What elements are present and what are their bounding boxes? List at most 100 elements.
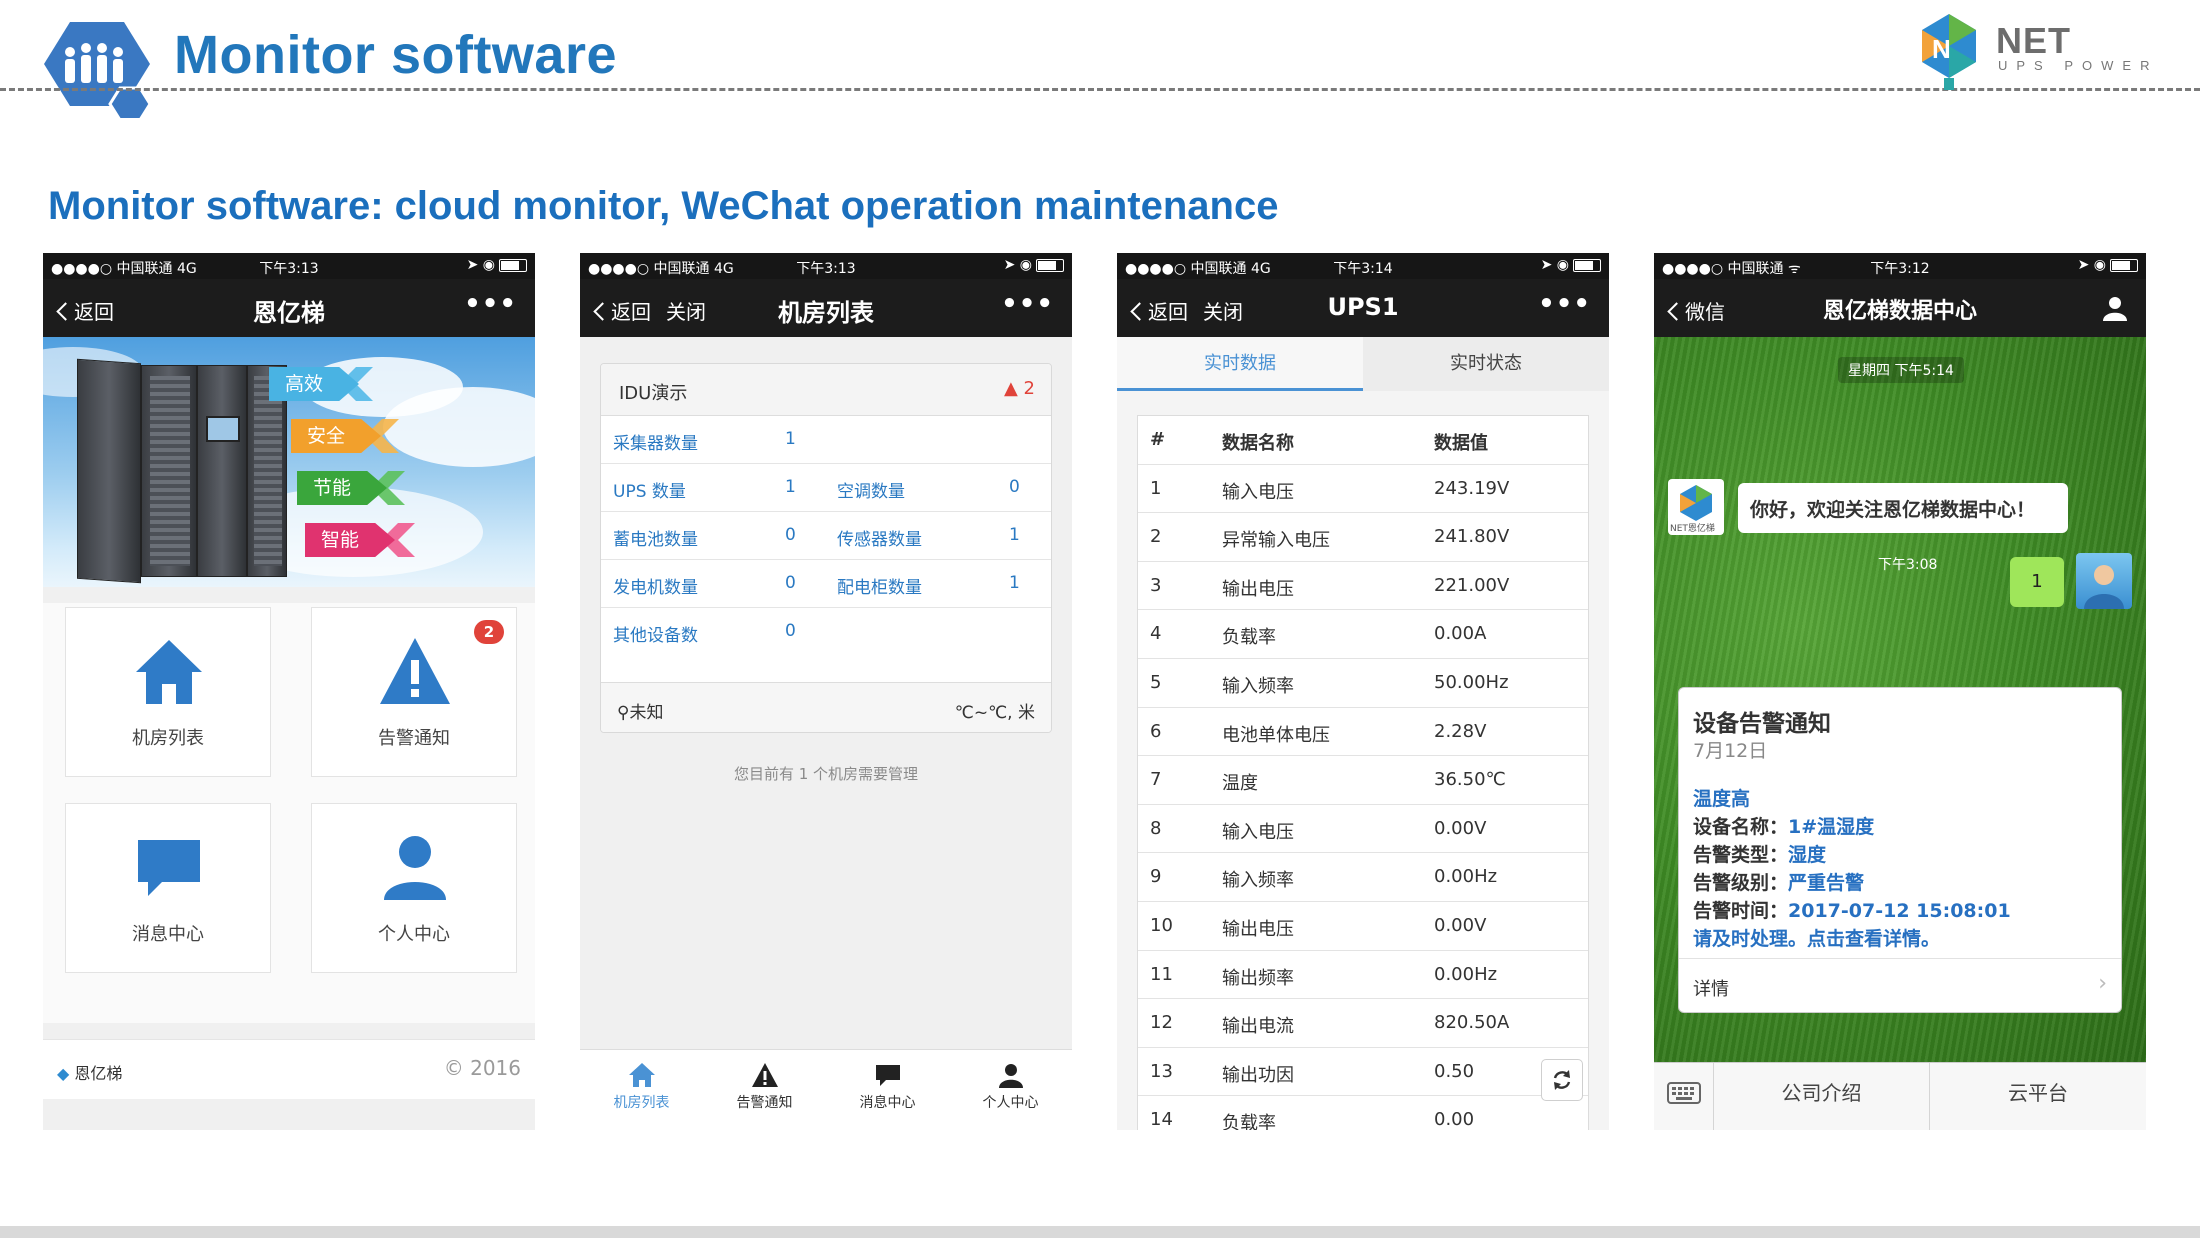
timestamp-pill: 下午3:08 bbox=[1878, 557, 1938, 573]
svg-text:N: N bbox=[1932, 34, 1951, 64]
table-row: 13 输出功因 0.50 bbox=[1138, 1048, 1588, 1097]
chat-bubble-icon bbox=[875, 1065, 900, 1086]
slide-footer-bar bbox=[0, 1226, 2200, 1238]
alarm-icon: ◉ bbox=[482, 257, 495, 273]
notice-headline: 温度高 bbox=[1693, 788, 1751, 810]
user-photo-icon bbox=[2084, 565, 2124, 609]
status-bar: ●●●●○ 中国联通 ᯤ 下午3:12 ➤ ◉ bbox=[1654, 253, 2146, 279]
notice-date: 7月12日 bbox=[1693, 740, 1768, 762]
tab-alarms[interactable]: 告警通知 bbox=[703, 1062, 826, 1112]
header-divider bbox=[0, 88, 2200, 91]
table-row: 14 负载率 0.00 bbox=[1138, 1096, 1588, 1130]
menu-tile-profile[interactable]: 个人中心 bbox=[311, 803, 517, 973]
table-header: # 数据名称 数据值 bbox=[1138, 416, 1588, 465]
location-arrow-icon: ➤ bbox=[1540, 257, 1553, 273]
refresh-button[interactable] bbox=[1541, 1059, 1583, 1101]
room-card-footer: ⚲未知 ℃~℃, 米 bbox=[601, 682, 1051, 732]
keyboard-toggle-button[interactable] bbox=[1654, 1063, 1714, 1130]
battery-icon bbox=[499, 258, 527, 272]
profile-button[interactable] bbox=[2102, 295, 2128, 325]
brand-name: NET bbox=[1996, 20, 2071, 61]
welcome-message: 你好，欢迎关注恩亿梯数据中心！ bbox=[1738, 483, 2068, 533]
tab-messages[interactable]: 消息中心 bbox=[826, 1062, 949, 1112]
phone-wechat-chat: ●●●●○ 中国联通 ᯤ 下午3:12 ➤ ◉ 微信 恩亿梯数据中心 星期四 下… bbox=[1654, 253, 2146, 1130]
table-row: 12 输出电流 820.50A bbox=[1138, 999, 1588, 1048]
table-row: 10 输出电压 0.00V bbox=[1138, 902, 1588, 951]
status-bar: ●●●●○ 中国联通 4G 下午3:13 ➤ ◉ bbox=[43, 253, 535, 279]
warning-icon: ▲ bbox=[1003, 378, 1018, 399]
status-time: 下午3:13 bbox=[796, 261, 856, 277]
slide-subtitle: Monitor software: cloud monitor, WeChat … bbox=[48, 184, 1279, 228]
device-count-row: 其他设备数 0 bbox=[613, 621, 796, 646]
chevron-right-icon: › bbox=[2098, 971, 2107, 996]
tab-realtime-status[interactable]: 实时状态 bbox=[1363, 337, 1609, 391]
device-count-row: 发电机数量 0 配电柜数量 1 bbox=[601, 560, 1051, 608]
room-card-header: IDU演示 ▲ 2 bbox=[601, 364, 1051, 416]
people-hexagon-icon bbox=[44, 22, 152, 122]
phone-room-list: ●●●●○ 中国联通 4G 下午3:13 ➤ ◉ 返回 关闭 机房列表 ••• … bbox=[580, 253, 1072, 1130]
table-row: 11 输出频率 0.00Hz bbox=[1138, 951, 1588, 1000]
notice-action: 请及时处理。点击查看详情。 bbox=[1693, 928, 1941, 950]
app-footer: ◆ 恩亿梯 © 2016 bbox=[43, 1039, 535, 1099]
notice-title: 设备告警通知 bbox=[1693, 711, 1831, 737]
climate-readout: ℃~℃, 米 bbox=[954, 703, 1035, 723]
warning-icon bbox=[380, 638, 450, 704]
wechat-menu-bar: 公司介绍 云平台 bbox=[1654, 1062, 2146, 1130]
user-icon bbox=[2103, 297, 2127, 321]
notice-alarm-level: 告警级别：严重告警 bbox=[1693, 872, 1865, 894]
alarm-indicator: ▲ 2 bbox=[1003, 378, 1035, 399]
phone-ups-realtime: ●●●●○ 中国联通 4G 下午3:14 ➤ ◉ 返回 关闭 UPS1 ••• … bbox=[1117, 253, 1609, 1130]
menu-tile-messages[interactable]: 消息中心 bbox=[65, 803, 271, 973]
menu-tile-room-list[interactable]: 机房列表 bbox=[65, 607, 271, 777]
home-icon bbox=[628, 1063, 655, 1087]
alarm-notice-card[interactable]: 设备告警通知 7月12日 温度高 设备名称：1#温湿度 告警类型：湿度 告警级别… bbox=[1678, 687, 2122, 1013]
more-menu-button[interactable]: ••• bbox=[464, 289, 517, 319]
timestamp-pill: 星期四 下午5:14 bbox=[1838, 357, 1964, 383]
location-arrow-icon: ➤ bbox=[2077, 257, 2090, 273]
location-pin-icon: ⚲ bbox=[617, 703, 630, 723]
brand-logo: N NET UPS POWER bbox=[1904, 6, 2164, 92]
status-icons: ➤ ◉ bbox=[1004, 257, 1064, 273]
menu-grid: 机房列表 2 告警通知 消息中心 个人中心 bbox=[43, 603, 535, 1023]
menu-cloud-platform[interactable]: 云平台 bbox=[1930, 1063, 2146, 1130]
menu-company-intro[interactable]: 公司介绍 bbox=[1714, 1063, 1930, 1130]
battery-icon bbox=[1573, 258, 1601, 272]
table-row: 4 负载率 0.00A bbox=[1138, 610, 1588, 659]
status-time: 下午3:13 bbox=[259, 261, 319, 277]
status-icons: ➤ ◉ bbox=[2078, 257, 2138, 273]
status-bar: ●●●●○ 中国联通 4G 下午3:13 ➤ ◉ bbox=[580, 253, 1072, 279]
user-icon bbox=[998, 1064, 1023, 1088]
notice-alarm-time: 告警时间：2017-07-12 15:08:01 bbox=[1693, 900, 2011, 922]
user-avatar[interactable] bbox=[2076, 553, 2132, 609]
tab-realtime-data[interactable]: 实时数据 bbox=[1117, 337, 1363, 391]
alarm-icon: ◉ bbox=[1019, 257, 1032, 273]
nav-bar: 返回 恩亿梯 ••• bbox=[43, 279, 535, 337]
menu-tile-alarms[interactable]: 2 告警通知 bbox=[311, 607, 517, 777]
nav-title: 机房列表 bbox=[778, 299, 874, 327]
notice-details-link[interactable]: 详情 › bbox=[1679, 958, 2121, 1014]
status-icons: ➤ ◉ bbox=[467, 257, 527, 273]
more-menu-button[interactable]: ••• bbox=[1538, 289, 1591, 319]
more-menu-button[interactable]: ••• bbox=[1001, 289, 1054, 319]
location-arrow-icon: ➤ bbox=[1003, 257, 1016, 273]
home-icon bbox=[136, 640, 202, 704]
device-count-row: UPS 数量 1 空调数量 0 bbox=[601, 464, 1051, 512]
status-icons: ➤ ◉ bbox=[1541, 257, 1601, 273]
device-count-row: 采集器数量 1 bbox=[601, 416, 1051, 464]
nav-bar: 微信 恩亿梯数据中心 bbox=[1654, 279, 2146, 337]
official-account-avatar[interactable]: NET恩亿梯 bbox=[1668, 479, 1724, 535]
table-row: 3 输出电压 221.00V bbox=[1138, 562, 1588, 611]
tab-room-list[interactable]: 机房列表 bbox=[580, 1062, 703, 1112]
tab-profile[interactable]: 个人中心 bbox=[949, 1062, 1072, 1112]
alarm-count-badge: 2 bbox=[474, 620, 504, 644]
user-icon bbox=[384, 836, 446, 900]
room-count-note: 您目前有 1 个机房需要管理 bbox=[733, 765, 919, 783]
bottom-tab-bar: 机房列表 告警通知 消息中心 个人中心 bbox=[580, 1049, 1072, 1130]
status-bar: ●●●●○ 中国联通 4G 下午3:14 ➤ ◉ bbox=[1117, 253, 1609, 279]
keyboard-icon bbox=[1667, 1082, 1701, 1104]
room-card[interactable]: IDU演示 ▲ 2 采集器数量 1 UPS 数量 1 空调数量 0 蓄电池数量 0 传感… bbox=[600, 363, 1052, 733]
table-row: 7 温度 36.50℃ bbox=[1138, 756, 1588, 805]
table-row: 6 电池单体电压 2.28V bbox=[1138, 708, 1588, 757]
brand-subtitle: UPS POWER bbox=[1998, 58, 2159, 73]
nav-title: UPS1 bbox=[1327, 293, 1399, 321]
